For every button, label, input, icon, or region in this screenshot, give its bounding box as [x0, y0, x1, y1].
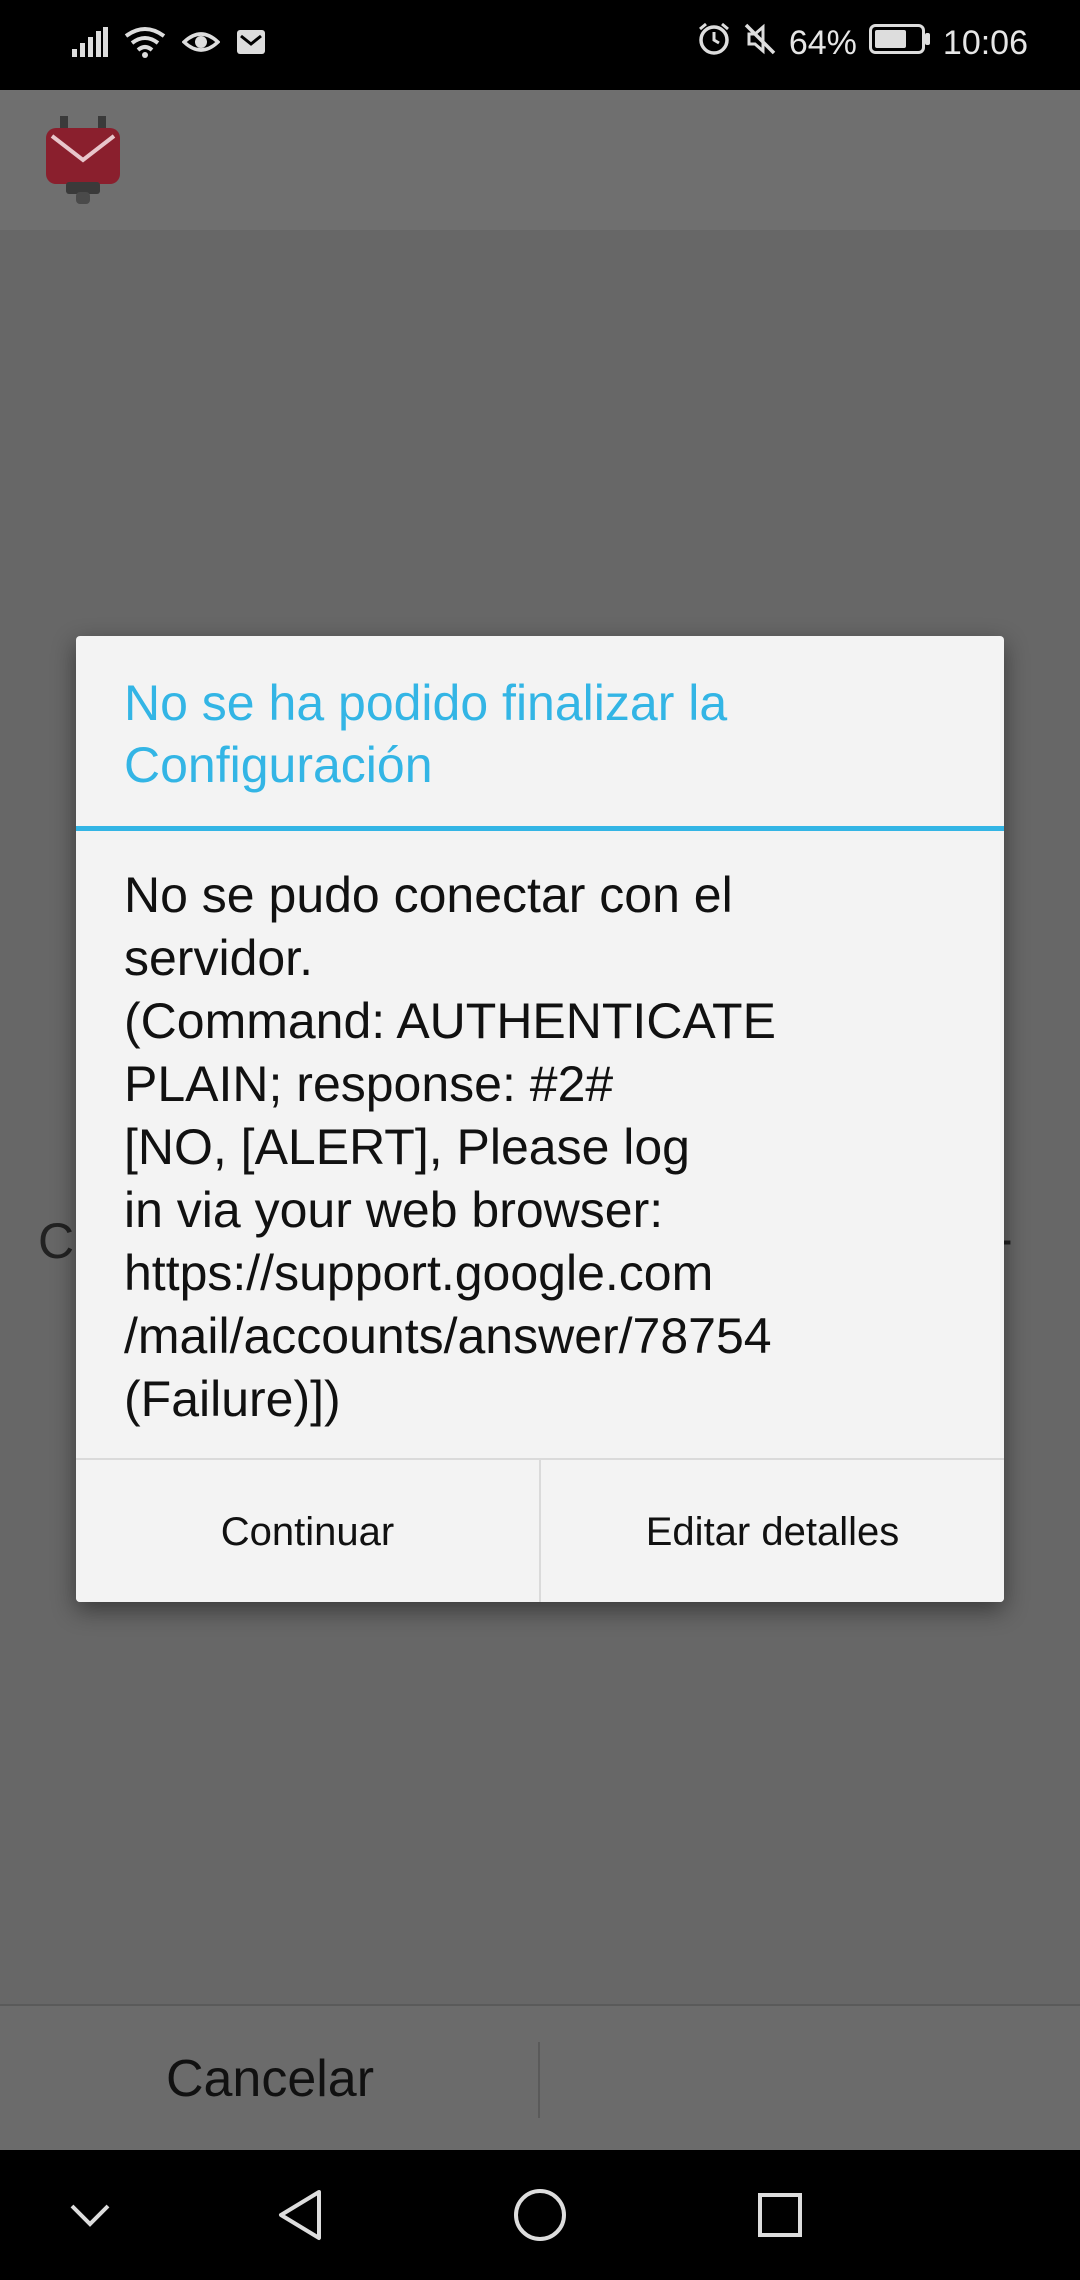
- mute-icon: [743, 22, 777, 65]
- home-icon[interactable]: [490, 2150, 590, 2280]
- background-text-fragment: C: [38, 1213, 75, 1269]
- battery-percent: 64%: [788, 24, 857, 62]
- alarm-icon: [697, 22, 731, 65]
- chevron-down-icon[interactable]: [40, 2150, 140, 2280]
- app-bar: [0, 90, 1080, 230]
- battery-icon: [868, 24, 931, 63]
- status-left-icons: [72, 26, 266, 63]
- status-bar: 64% 10:06: [0, 0, 1080, 90]
- dialog-message: No se pudo conectar con el servidor. (Co…: [124, 867, 776, 1427]
- back-icon[interactable]: [250, 2150, 350, 2280]
- cancel-button[interactable]: Cancelar: [0, 2006, 540, 2152]
- status-right-icons: 64% 10:06: [697, 22, 1028, 65]
- eye-comfort-icon: [181, 28, 221, 61]
- wifi-icon: [124, 26, 166, 63]
- dialog-title-divider: [76, 826, 1004, 831]
- signal-icon: [72, 27, 108, 62]
- edit-details-button[interactable]: Editar detalles: [539, 1460, 1004, 1602]
- dialog-button-bar: Continuar Editar detalles: [76, 1458, 1004, 1602]
- continue-button[interactable]: Continuar: [76, 1460, 539, 1602]
- clock: 10:06: [942, 24, 1028, 62]
- navigation-bar: [0, 2150, 1080, 2280]
- dialog-title: No se ha podido finalizar la Configuraci…: [124, 675, 728, 793]
- mail-notification-icon: [236, 29, 266, 60]
- recents-icon[interactable]: [730, 2150, 830, 2280]
- k9-mail-logo-icon: [42, 116, 124, 206]
- divider: [538, 2042, 540, 2118]
- error-dialog: No se ha podido finalizar la Configuraci…: [76, 636, 1004, 1602]
- bottom-action-bar: Cancelar: [0, 2004, 1080, 2152]
